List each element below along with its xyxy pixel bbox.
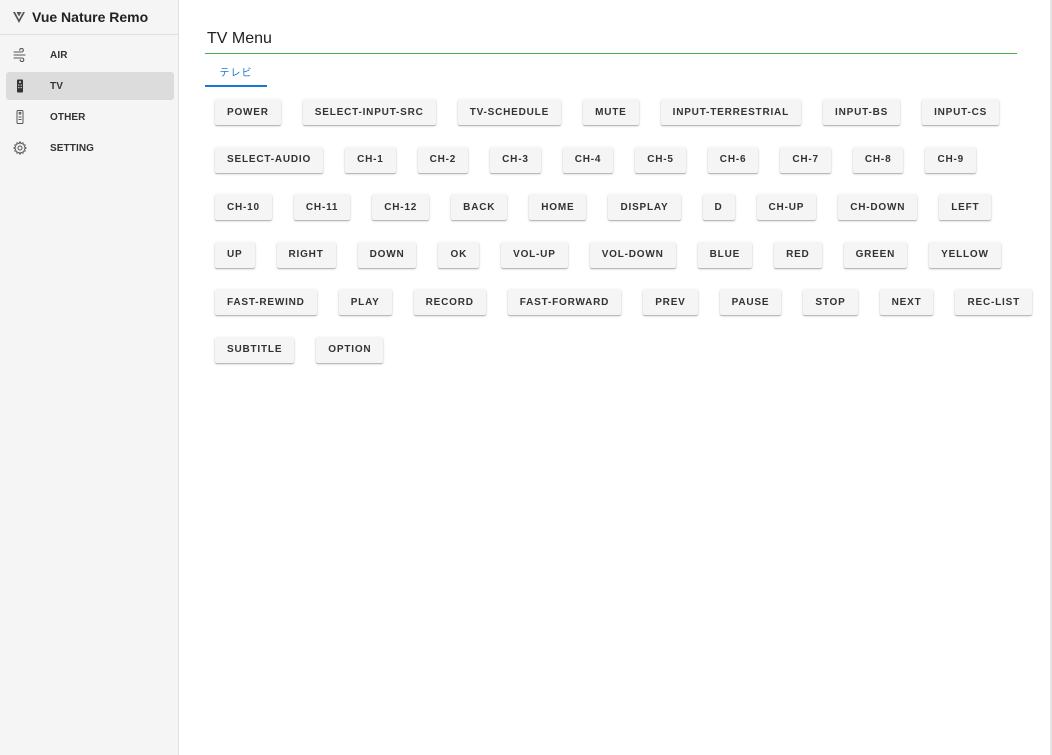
ch-1-button[interactable]: CH-1 <box>345 146 396 173</box>
power-button[interactable]: POWER <box>215 99 281 125</box>
vuetify-logo-icon <box>13 12 25 23</box>
wind-icon <box>13 48 27 62</box>
display-button[interactable]: DISPLAY <box>608 194 681 221</box>
d-button[interactable]: D <box>702 194 735 221</box>
ok-button[interactable]: OK <box>438 241 480 268</box>
subtitle-button[interactable]: SUBTITLE <box>215 336 295 363</box>
blue-button[interactable]: BLUE <box>697 241 753 268</box>
sidebar-item-setting[interactable]: SETTING <box>6 134 174 162</box>
record-button[interactable]: RECORD <box>413 289 486 316</box>
option-button[interactable]: OPTION <box>316 336 384 363</box>
button-row: SELECT-AUDIO CH-1 CH-2 CH-3 CH-4 CH-5 CH-6 CH-7… <box>215 146 1015 173</box>
ch-3-button[interactable]: CH-3 <box>490 146 541 173</box>
sidebar-item-tv[interactable]: TV <box>6 72 174 100</box>
page-title: TV Menu <box>207 30 272 47</box>
sidebar-item-label: OTHER <box>50 111 86 123</box>
down-button[interactable]: DOWN <box>357 241 417 268</box>
ch-2-button[interactable]: CH-2 <box>417 146 469 173</box>
title-divider <box>205 53 1017 54</box>
ch-5-button[interactable]: CH-5 <box>635 146 686 173</box>
rec-list-button[interactable]: REC-LIST <box>955 289 1032 316</box>
ch-4-button[interactable]: CH-4 <box>562 146 614 173</box>
ch-up-button[interactable]: CH-UP <box>756 194 817 221</box>
mute-button[interactable]: MUTE <box>583 99 639 125</box>
ch-8-button[interactable]: CH-8 <box>852 146 904 173</box>
fast-forward-button[interactable]: FAST-FORWARD <box>507 289 622 316</box>
sidebar-item-label: SETTING <box>50 142 95 154</box>
main-content: TV Menu テレビ POWER SELECT-INPUT-SRC TV-SCHE… <box>179 0 1052 755</box>
green-button[interactable]: GREEN <box>843 241 908 268</box>
ch-6-button[interactable]: CH-6 <box>707 146 759 173</box>
ch-12-button[interactable]: CH-12 <box>372 194 430 221</box>
vol-up-button[interactable]: VOL-UP <box>501 241 568 268</box>
vol-down-button[interactable]: VOL-DOWN <box>589 241 676 268</box>
input-bs-button[interactable]: INPUT-BS <box>823 99 901 125</box>
right-button[interactable]: RIGHT <box>276 241 336 268</box>
remote-icon <box>13 79 27 93</box>
back-button[interactable]: BACK <box>451 194 508 221</box>
ch-10-button[interactable]: CH-10 <box>215 194 272 221</box>
sidebar-item-label: TV <box>50 80 63 92</box>
sidebar-item-label: AIR <box>50 49 68 61</box>
fast-rewind-button[interactable]: FAST-REWIND <box>215 289 317 316</box>
next-button[interactable]: NEXT <box>879 289 934 316</box>
tv-schedule-button[interactable]: TV-SCHEDULE <box>457 99 562 125</box>
brand-header: Vue Nature Remo <box>0 0 178 35</box>
sidebar-item-other[interactable]: OTHER <box>6 103 174 131</box>
button-row: POWER SELECT-INPUT-SRC TV-SCHEDULE MUTE INPU… <box>215 99 1015 125</box>
select-audio-button[interactable]: SELECT-AUDIO <box>215 146 324 173</box>
ch-down-button[interactable]: CH-DOWN <box>838 194 918 221</box>
up-button[interactable]: UP <box>215 241 255 268</box>
sidebar: Vue Nature Remo AIR TV OTHER SETTING <box>0 0 179 755</box>
stop-button[interactable]: STOP <box>803 289 858 316</box>
input-cs-button[interactable]: INPUT-CS <box>922 99 1000 125</box>
button-row: UP RIGHT DOWN OK VOL-UP VOL-DOWN BLUE RED GREEN Y… <box>215 241 1015 268</box>
button-row: SUBTITLE OPTION <box>215 336 1015 363</box>
tab-tv[interactable]: テレビ <box>205 59 267 87</box>
input-terrestrial-button[interactable]: INPUT-TERRESTRIAL <box>660 99 801 125</box>
yellow-button[interactable]: YELLOW <box>929 241 1001 268</box>
prev-button[interactable]: PREV <box>643 289 698 316</box>
red-button[interactable]: RED <box>774 241 822 268</box>
left-button[interactable]: LEFT <box>939 194 992 221</box>
tab-active-indicator <box>205 85 267 87</box>
gear-icon <box>13 141 27 155</box>
pause-button[interactable]: PAUSE <box>719 289 782 316</box>
remote-button-grid: POWER SELECT-INPUT-SRC TV-SCHEDULE MUTE INPU… <box>215 99 1032 385</box>
sidebar-item-air[interactable]: AIR <box>6 41 174 69</box>
ch-11-button[interactable]: CH-11 <box>293 194 351 221</box>
home-button[interactable]: HOME <box>529 194 587 221</box>
ch-9-button[interactable]: CH-9 <box>925 146 976 173</box>
select-input-src-button[interactable]: SELECT-INPUT-SRC <box>302 99 436 125</box>
play-button[interactable]: PLAY <box>338 289 392 316</box>
ch-7-button[interactable]: CH-7 <box>780 146 831 173</box>
button-row: CH-10 CH-11 CH-12 BACK HOME DISPLAY D CH-UP CH-D… <box>215 194 1015 221</box>
remote-outline-icon <box>13 110 27 124</box>
button-row: FAST-REWIND PLAY RECORD FAST-FORWARD PREV PAU… <box>215 289 1032 316</box>
app-title: Vue Nature Remo <box>32 9 149 25</box>
